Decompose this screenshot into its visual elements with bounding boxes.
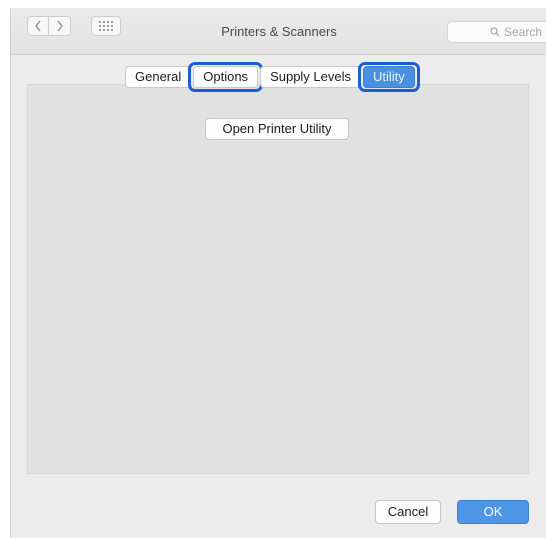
open-printer-utility-button[interactable]: Open Printer Utility [205,118,349,140]
search-field[interactable]: Search [447,21,546,43]
cancel-button[interactable]: Cancel [375,500,441,524]
tab-supply-levels[interactable]: Supply Levels [260,66,362,88]
tab-options[interactable]: Options [188,62,263,92]
toolbar: Printers & Scanners Search [11,8,546,55]
utility-pane [27,84,529,474]
tab-utility[interactable]: Utility [358,62,420,92]
ok-button[interactable]: OK [457,500,529,524]
search-placeholder: Search [504,25,543,39]
tab-bar: General Options Supply Levels Utility [125,62,420,92]
search-icon [490,27,500,37]
printers-scanners-window: Printers & Scanners Search General Optio… [10,8,546,538]
tab-general[interactable]: General [125,66,192,88]
